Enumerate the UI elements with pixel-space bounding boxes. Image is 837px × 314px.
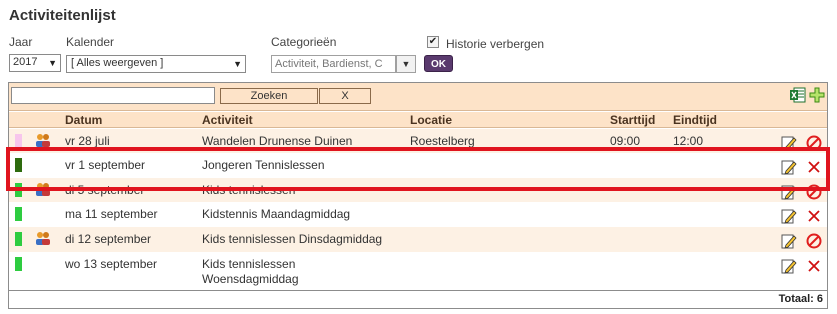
chevron-down-icon: ▼ <box>48 58 57 68</box>
table-row[interactable]: di 12 september Kids tennislessen Dinsda… <box>9 227 827 252</box>
table-row[interactable]: di 5 september Kids tennislessen <box>9 178 827 202</box>
header-endtime[interactable]: Eindtijd <box>673 113 717 127</box>
row-date: di 5 september <box>65 183 145 197</box>
list-footer: Totaal: 6 <box>9 290 827 308</box>
forbidden-icon[interactable] <box>806 233 822 249</box>
search-button[interactable]: Zoeken <box>220 88 318 104</box>
chevron-down-icon: ▼ <box>401 59 411 69</box>
column-header: Datum Activiteit Locatie Starttijd Eindt… <box>9 112 827 128</box>
categories-select[interactable]: Activiteit, Bardienst, C <box>271 55 396 73</box>
ok-button[interactable]: OK <box>424 55 453 72</box>
edit-pencil-icon[interactable] <box>781 258 797 274</box>
categories-label: Categorieën <box>271 35 337 49</box>
table-row[interactable]: vr 28 juli Wandelen Drunense Duinen Roes… <box>9 129 827 153</box>
edit-pencil-icon[interactable] <box>781 159 797 175</box>
year-value: 2017 <box>13 56 38 68</box>
header-activity[interactable]: Activiteit <box>202 113 253 127</box>
row-date: vr 1 september <box>65 158 146 172</box>
category-color-bar <box>15 257 22 271</box>
category-color-bar <box>15 232 22 246</box>
history-label: Historie verbergen <box>446 37 545 51</box>
category-color-bar <box>15 158 22 172</box>
table-row[interactable]: ma 11 september Kidstennis Maandagmiddag <box>9 202 827 227</box>
people-icon <box>36 134 50 147</box>
category-color-bar <box>15 134 22 148</box>
header-location[interactable]: Locatie <box>410 113 452 127</box>
add-plus-icon[interactable] <box>809 87 825 103</box>
row-location: Roestelberg <box>410 134 475 148</box>
category-color-bar <box>15 183 22 197</box>
delete-x-icon[interactable] <box>806 258 822 274</box>
activity-list: Zoeken X Datum Activiteit Locatie Startt… <box>8 82 828 309</box>
header-date[interactable]: Datum <box>65 113 102 127</box>
people-icon <box>36 183 50 196</box>
row-date: vr 28 juli <box>65 134 110 148</box>
year-label: Jaar <box>9 35 33 49</box>
row-activity: Wandelen Drunense Duinen <box>202 134 353 148</box>
total-count: Totaal: 6 <box>778 293 823 305</box>
row-endtime: 12:00 <box>673 134 704 148</box>
category-color-bar <box>15 207 22 221</box>
delete-x-icon[interactable] <box>806 159 822 175</box>
year-select[interactable]: 2017 ▼ <box>9 54 61 72</box>
edit-pencil-icon[interactable] <box>781 135 797 151</box>
people-icon <box>36 232 50 245</box>
search-bar: Zoeken X <box>9 83 827 111</box>
table-row[interactable]: wo 13 september Kids tennislessen Woensd… <box>9 252 827 290</box>
forbidden-icon[interactable] <box>806 184 822 200</box>
calendar-label: Kalender <box>66 35 115 49</box>
excel-export-icon[interactable] <box>790 87 806 103</box>
clear-search-button[interactable]: X <box>319 88 371 104</box>
row-activity: Kids tennislessen <box>202 183 296 197</box>
row-date: di 12 september <box>65 232 152 246</box>
delete-x-icon[interactable] <box>806 208 822 224</box>
history-checkbox[interactable]: ✔ <box>427 36 439 48</box>
categories-dropdown-button[interactable]: ▼ <box>396 55 416 73</box>
row-activity: Jongeren Tennislessen <box>202 158 325 172</box>
row-activity: Kids tennislessen Woensdagmiddag <box>202 257 299 286</box>
edit-pencil-icon[interactable] <box>781 208 797 224</box>
row-date: wo 13 september <box>65 257 158 271</box>
row-activity: Kids tennislessen Dinsdagmiddag <box>202 232 383 246</box>
row-starttime: 09:00 <box>610 134 641 148</box>
edit-pencil-icon[interactable] <box>781 233 797 249</box>
edit-pencil-icon[interactable] <box>781 184 797 200</box>
forbidden-icon[interactable] <box>806 135 822 151</box>
page-title: Activiteitenlijst <box>9 7 116 24</box>
search-input[interactable] <box>11 87 215 104</box>
calendar-value: [ Alles weergeven ] <box>71 57 164 69</box>
row-date: ma 11 september <box>65 207 158 221</box>
header-starttime[interactable]: Starttijd <box>610 113 655 127</box>
chevron-down-icon: ▼ <box>233 59 242 69</box>
calendar-select[interactable]: [ Alles weergeven ] ▼ <box>66 55 246 73</box>
row-activity: Kidstennis Maandagmiddag <box>202 207 351 221</box>
table-row[interactable]: vr 1 september Jongeren Tennislessen <box>9 153 827 178</box>
